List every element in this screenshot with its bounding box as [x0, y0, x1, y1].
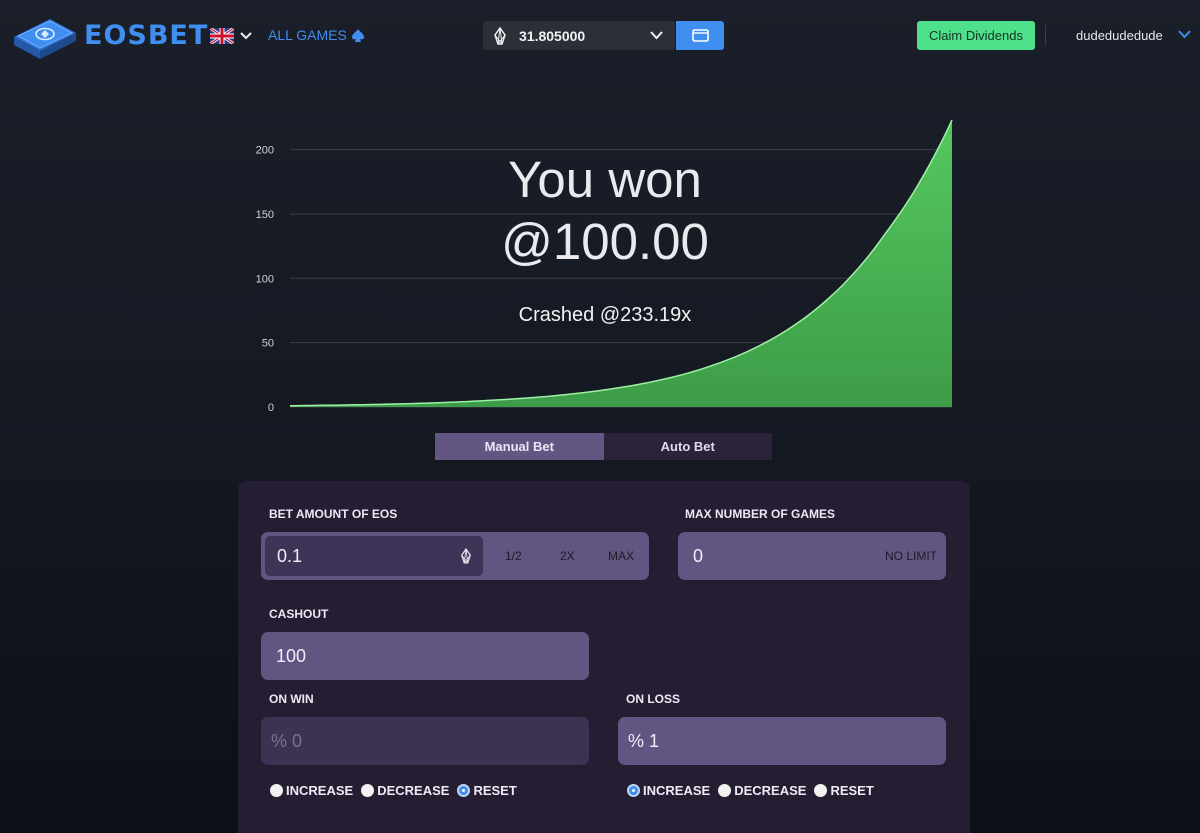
on-win-value: % 0 — [271, 730, 303, 751]
max-games-label: MAX NUMBER OF GAMES — [685, 507, 835, 521]
cashout-input[interactable]: 100 — [261, 632, 589, 680]
max-games-input[interactable]: 0 NO LIMIT — [678, 532, 946, 580]
radio-label: INCREASE — [643, 783, 711, 798]
radio-circle — [718, 784, 732, 797]
radio-circle-selected — [627, 784, 640, 797]
radio-label: INCREASE — [286, 783, 354, 798]
eos-token-icon — [494, 26, 506, 45]
cashout-value: 100 — [276, 645, 307, 666]
y-tick-label: 0 — [268, 402, 274, 414]
wallet-button[interactable] — [676, 21, 724, 50]
top-bar: EOSBET ALL GAMES 31.805000 Claim Dividen… — [0, 0, 1200, 72]
on-loss-increase-radio[interactable]: INCREASE — [627, 783, 710, 798]
on-win-options: INCREASE DECREASE RESET — [270, 783, 525, 798]
all-games-link[interactable]: ALL GAMES — [268, 27, 364, 43]
half-bet-button[interactable]: 1/2 — [505, 549, 522, 563]
y-tick-label: 50 — [262, 338, 274, 350]
y-tick-label: 200 — [256, 145, 274, 157]
on-loss-input[interactable]: % 1 — [618, 717, 946, 765]
y-tick-label: 150 — [256, 209, 274, 221]
brand-name[interactable]: EOSBET — [84, 20, 208, 51]
double-bet-button[interactable]: 2X — [560, 549, 575, 563]
chevron-down-icon — [650, 31, 663, 40]
on-win-reset-radio[interactable]: RESET — [457, 783, 517, 798]
on-loss-value: % 1 — [628, 730, 660, 751]
bet-amount-label: BET AMOUNT OF EOS — [269, 507, 398, 521]
on-loss-decrease-radio[interactable]: DECREASE — [718, 783, 806, 798]
uk-flag-icon — [210, 28, 234, 44]
username[interactable]: dudedudedude — [1076, 28, 1163, 43]
header-divider — [1045, 25, 1046, 45]
radio-circle — [814, 784, 828, 797]
bet-amount-input[interactable]: 0.1 — [265, 536, 483, 576]
eosbet-logo-icon[interactable] — [10, 15, 80, 65]
tab-manual-bet[interactable]: Manual Bet — [435, 433, 604, 460]
bet-mode-tabs: Manual Bet Auto Bet — [435, 433, 772, 460]
chevron-down-icon[interactable] — [1178, 30, 1191, 39]
on-loss-options: INCREASE DECREASE RESET — [627, 783, 882, 798]
radio-label: RESET — [830, 783, 874, 798]
on-win-increase-radio[interactable]: INCREASE — [270, 783, 353, 798]
on-win-decrease-radio[interactable]: DECREASE — [361, 783, 449, 798]
radio-circle — [270, 784, 283, 797]
bet-amount-value: 0.1 — [277, 545, 303, 566]
y-tick-label: 100 — [256, 273, 274, 285]
max-bet-button[interactable]: MAX — [608, 549, 634, 563]
wallet-icon — [691, 29, 709, 42]
radio-circle-selected — [457, 784, 471, 797]
wallet-balance: 31.805000 — [519, 27, 586, 44]
on-loss-reset-radio[interactable]: RESET — [814, 783, 874, 798]
claim-dividends-button[interactable]: Claim Dividends — [917, 21, 1035, 50]
radio-circle — [361, 784, 375, 797]
radio-label: RESET — [473, 783, 517, 798]
all-games-label: ALL GAMES — [268, 27, 347, 43]
no-limit-button[interactable]: NO LIMIT — [885, 549, 937, 563]
language-selector[interactable] — [210, 28, 252, 44]
chevron-down-icon — [240, 32, 252, 40]
crash-chart: 0 50 100 150 200 — [256, 119, 953, 414]
radio-label: DECREASE — [734, 783, 807, 798]
tab-auto-bet[interactable]: Auto Bet — [603, 433, 772, 460]
wallet-balance-dropdown[interactable]: 31.805000 — [483, 21, 675, 50]
max-games-value: 0 — [693, 545, 704, 566]
on-win-label: ON WIN — [269, 692, 314, 706]
multiplier-curve-area — [290, 120, 952, 407]
bet-amount-group: 0.1 1/2 2X MAX — [261, 532, 649, 580]
spade-icon — [351, 28, 364, 42]
cashout-label: CASHOUT — [269, 607, 329, 621]
on-win-input[interactable]: % 0 — [261, 717, 589, 765]
radio-label: DECREASE — [377, 783, 450, 798]
eos-token-icon — [461, 548, 471, 564]
on-loss-label: ON LOSS — [626, 692, 681, 706]
